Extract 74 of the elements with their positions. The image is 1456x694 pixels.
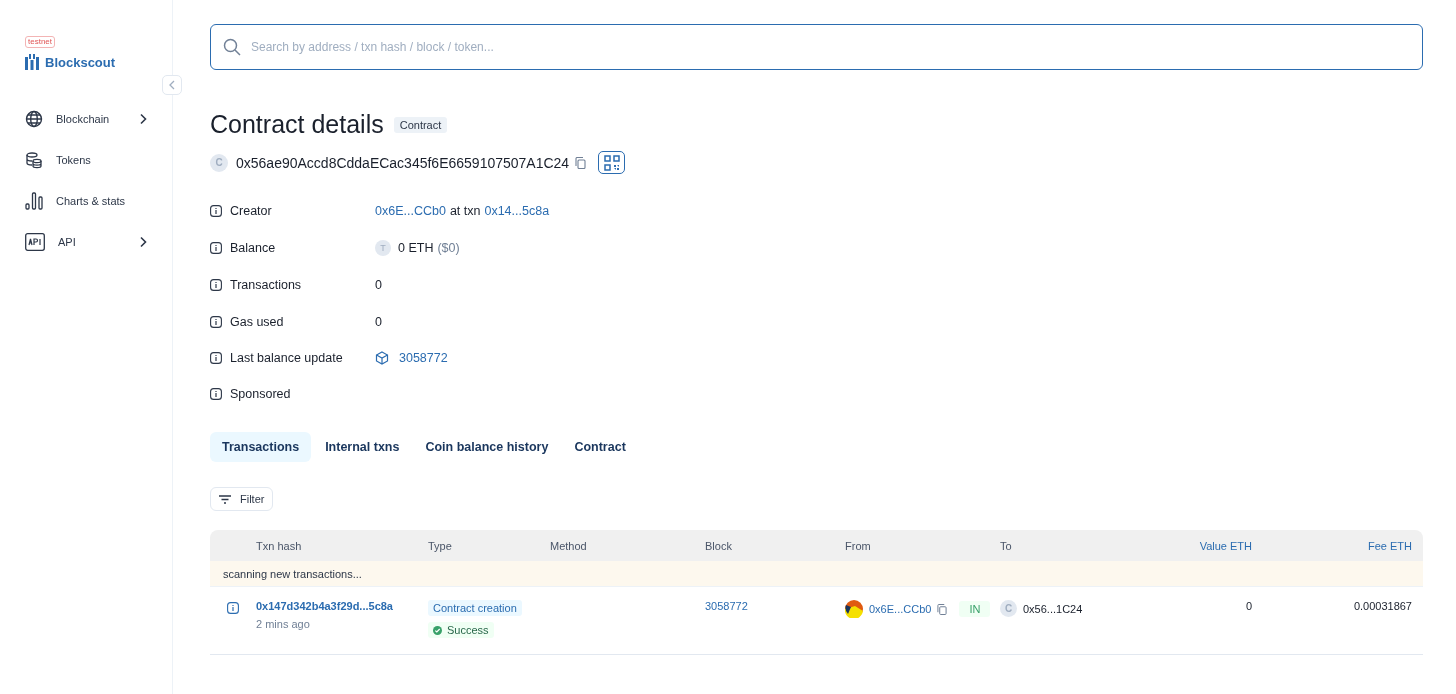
value-cell-text: 0 [1244,600,1252,612]
column-header: Block [705,539,733,552]
creator-link[interactable]: 0x6E...CCb0 [375,203,446,218]
bar-chart-icon [25,192,43,210]
info-icon[interactable] [210,241,222,254]
txn-hash-link[interactable]: 0x147d342b4a3f29d...5c8a [256,600,393,612]
fee-cell-text: 0.00031867 [1352,600,1412,612]
column-header: Txn hash [256,539,303,552]
qr-code-button[interactable] [598,151,626,174]
tab[interactable]: Internal txns [313,432,412,462]
column-header: Type [428,539,453,552]
copy-icon[interactable] [575,156,587,169]
balance-usd: ($0) [437,240,460,255]
detail-label: Creator [230,203,272,218]
detail-label: Transactions [230,277,302,292]
detail-text: at txn [449,203,481,218]
info-icon[interactable] [210,204,222,217]
tab[interactable]: Transactions [210,432,312,462]
contract-tag: Contract [393,116,448,133]
cube-icon [375,350,389,365]
nav-item[interactable]: API [25,233,147,251]
detail-value: 0 [375,277,382,292]
detail-label: Balance [230,240,276,255]
detail-value: 0 [375,314,382,329]
status-tag: Success [428,622,494,638]
network-badge: testnet [25,36,55,48]
block-link[interactable]: 3058772 [705,600,748,612]
filter-icon [219,494,231,504]
type-tag: Contract creation [428,600,522,616]
to-address: 0x56...1C24 [1023,602,1083,615]
block-link[interactable]: 3058772 [399,350,448,365]
column-header: To [1000,539,1013,552]
column-header[interactable]: Value ETH [1096,539,1252,552]
txn-age: 2 mins ago [256,618,310,630]
scanning-notice: scanning new transactions... [223,567,362,580]
token-avatar: T [375,239,391,256]
identicon [845,600,863,618]
search-icon [223,38,241,56]
detail-label: Sponsored [230,386,291,401]
nav-item[interactable]: Tokens [25,151,147,169]
info-icon[interactable] [210,387,222,400]
page-title: Contract details [210,110,384,139]
address-avatar: C [1000,600,1017,617]
info-icon[interactable] [210,351,222,364]
coins-icon [25,151,43,169]
copy-icon[interactable] [937,603,948,615]
info-icon[interactable] [227,602,239,614]
globe-icon [25,110,43,128]
chevron-right-icon [139,236,147,248]
search-field[interactable]: Search by address / txn hash / block / token... [210,24,1423,70]
detail-label: Last balance update [230,350,343,365]
contract-address: 0x56ae90Accd8CddaECac345f6E6659107507A1C24 [236,154,570,171]
tab[interactable]: Coin balance history [413,432,561,462]
info-icon[interactable] [210,278,222,291]
nav-item[interactable]: Blockchain [25,110,147,128]
chevron-right-icon [139,113,147,125]
filter-button[interactable]: Filter [210,487,274,511]
column-header: Method [550,539,588,552]
direction-tag: IN [959,601,991,617]
from-address-link[interactable]: 0x6E...CCb0 [869,603,932,615]
detail-label: Gas used [230,314,284,329]
chevron-left-icon [168,80,176,90]
logo-icon [25,54,39,70]
nav-item[interactable]: Charts & stats [25,192,147,210]
info-icon[interactable] [210,315,222,328]
balance-value: 0 ETH [398,240,434,255]
logo-text: Blockscout [45,54,116,70]
txn-link[interactable]: 0x14...5c8a [484,203,550,218]
check-circle-icon [433,625,442,635]
tab[interactable]: Contract [562,432,638,462]
column-header: From [845,539,872,552]
column-header[interactable]: Fee ETH [1252,539,1412,552]
address-avatar: C [210,153,228,172]
api-icon [25,233,45,251]
